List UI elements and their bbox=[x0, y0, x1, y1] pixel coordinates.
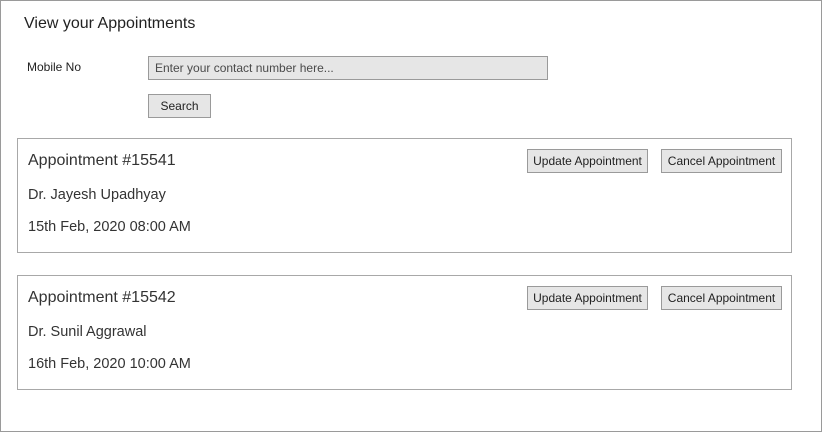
cancel-appointment-button[interactable]: Cancel Appointment bbox=[661, 149, 782, 173]
appointment-datetime: 16th Feb, 2020 10:00 AM bbox=[28, 356, 191, 372]
update-appointment-button[interactable]: Update Appointment bbox=[527, 149, 648, 173]
mobile-number-input[interactable] bbox=[148, 56, 548, 80]
page-title: View your Appointments bbox=[24, 15, 196, 32]
appointment-card: Appointment #15542 Dr. Sunil Aggrawal 16… bbox=[17, 275, 792, 390]
update-appointment-button[interactable]: Update Appointment bbox=[527, 286, 648, 310]
appointment-doctor: Dr. Sunil Aggrawal bbox=[28, 324, 147, 340]
appointment-title: Appointment #15541 bbox=[28, 152, 176, 169]
appointments-window: View your Appointments Mobile No Search … bbox=[0, 0, 822, 432]
appointment-datetime: 15th Feb, 2020 08:00 AM bbox=[28, 219, 191, 235]
mobile-number-label: Mobile No bbox=[27, 60, 82, 74]
search-button[interactable]: Search bbox=[148, 94, 211, 118]
appointment-doctor: Dr. Jayesh Upadhyay bbox=[28, 187, 166, 203]
appointment-card: Appointment #15541 Dr. Jayesh Upadhyay 1… bbox=[17, 138, 792, 253]
cancel-appointment-button[interactable]: Cancel Appointment bbox=[661, 286, 782, 310]
appointment-title: Appointment #15542 bbox=[28, 289, 176, 306]
